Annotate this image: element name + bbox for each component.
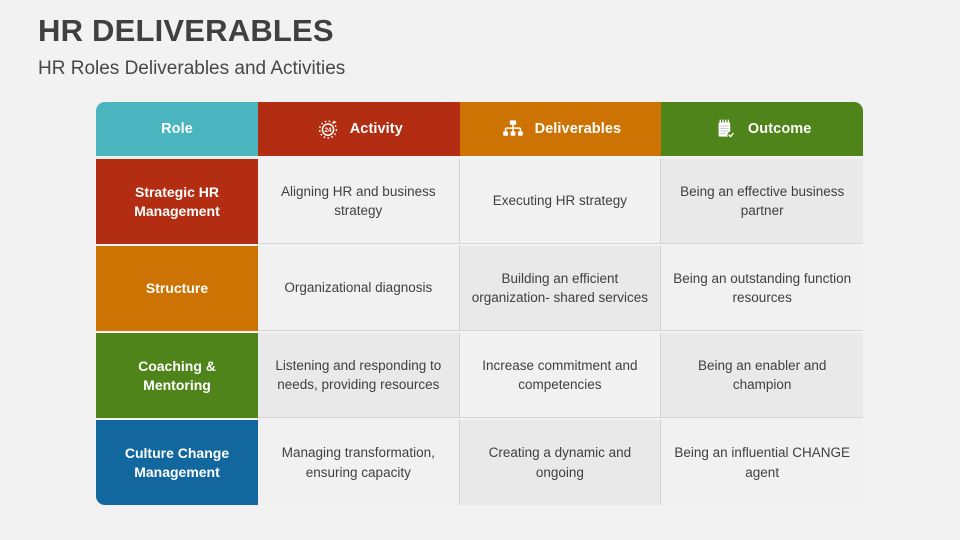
table-row: Strategic HR Management Aligning HR and … xyxy=(96,159,864,244)
cell-activity: Organizational diagnosis xyxy=(258,246,460,331)
row-label-text: Culture Change Management xyxy=(124,444,230,480)
column-header-outcome[interactable]: Outcome xyxy=(661,102,864,156)
cell-outcome: Being an effective business partner xyxy=(661,159,864,244)
table-row: Culture Change Management Managing trans… xyxy=(96,420,864,505)
cell-text: Being an influential CHANGE agent xyxy=(674,445,850,480)
cell-text: Aligning HR and business strategy xyxy=(281,183,436,218)
column-header-role-label: Role xyxy=(161,121,193,137)
cell-deliverables: Creating a dynamic and ongoing xyxy=(459,420,662,505)
column-header-deliverables-label: Deliverables xyxy=(534,121,622,137)
row-label-text: Strategic HR Management xyxy=(134,183,220,219)
cell-text: Being an enabler and champion xyxy=(698,357,827,392)
row-label-structure[interactable]: Structure xyxy=(96,246,258,331)
cell-text: Organizational diagnosis xyxy=(284,280,433,296)
cell-outcome: Being an influential CHANGE agent xyxy=(661,420,864,505)
column-header-activity[interactable]: 24 Activity xyxy=(258,102,460,156)
page-title: HR DELIVERABLES xyxy=(38,13,334,48)
org-chart-icon xyxy=(500,116,526,142)
cell-text: Increase commitment and competencies xyxy=(482,357,638,392)
cell-deliverables: Executing HR strategy xyxy=(459,159,662,244)
notepad-check-icon xyxy=(713,116,739,142)
row-label-culture-change-management[interactable]: Culture Change Management xyxy=(96,420,258,505)
row-label-coaching-mentoring[interactable]: Coaching & Mentoring xyxy=(96,333,258,418)
cell-text: Being an effective business partner xyxy=(680,183,845,218)
table-row: Coaching & Mentoring Listening and respo… xyxy=(96,333,864,418)
cell-activity: Aligning HR and business strategy xyxy=(258,159,460,244)
row-label-text: Structure xyxy=(145,280,209,297)
hr-deliverables-table: Role 24 Activity Deliverables Outcome St… xyxy=(96,102,864,505)
column-header-role[interactable]: Role xyxy=(96,102,258,156)
page-subtitle: HR Roles Deliverables and Activities xyxy=(38,58,346,80)
cell-text: Managing transformation, ensuring capaci… xyxy=(281,445,435,480)
cell-activity: Listening and responding to needs, provi… xyxy=(258,333,460,418)
row-label-strategic-hr-management[interactable]: Strategic HR Management xyxy=(96,159,258,244)
cell-text: Listening and responding to needs, provi… xyxy=(275,357,442,392)
table-header-row: Role 24 Activity Deliverables Outcome xyxy=(96,102,864,156)
cell-activity: Managing transformation, ensuring capaci… xyxy=(258,420,460,505)
cell-text: Building an efficient organization- shar… xyxy=(471,270,649,305)
clock-24-icon: 24 xyxy=(315,116,341,142)
cell-text: Executing HR strategy xyxy=(492,193,628,209)
svg-text:24: 24 xyxy=(324,127,332,134)
column-header-deliverables[interactable]: Deliverables xyxy=(459,102,662,156)
cell-outcome: Being an enabler and champion xyxy=(661,333,864,418)
cell-text: Creating a dynamic and ongoing xyxy=(488,445,632,480)
title-block: HR DELIVERABLES HR Roles Deliverables an… xyxy=(38,13,918,80)
table-row: Structure Organizational diagnosis Build… xyxy=(96,246,864,331)
row-label-text: Coaching & Mentoring xyxy=(138,357,216,393)
cell-outcome: Being an outstanding function resources xyxy=(661,246,864,331)
cell-text: Being an outstanding function resources xyxy=(673,270,852,305)
cell-deliverables: Building an efficient organization- shar… xyxy=(459,246,662,331)
column-header-activity-label: Activity xyxy=(349,121,403,137)
column-header-outcome-label: Outcome xyxy=(747,121,812,137)
cell-deliverables: Increase commitment and competencies xyxy=(459,333,662,418)
